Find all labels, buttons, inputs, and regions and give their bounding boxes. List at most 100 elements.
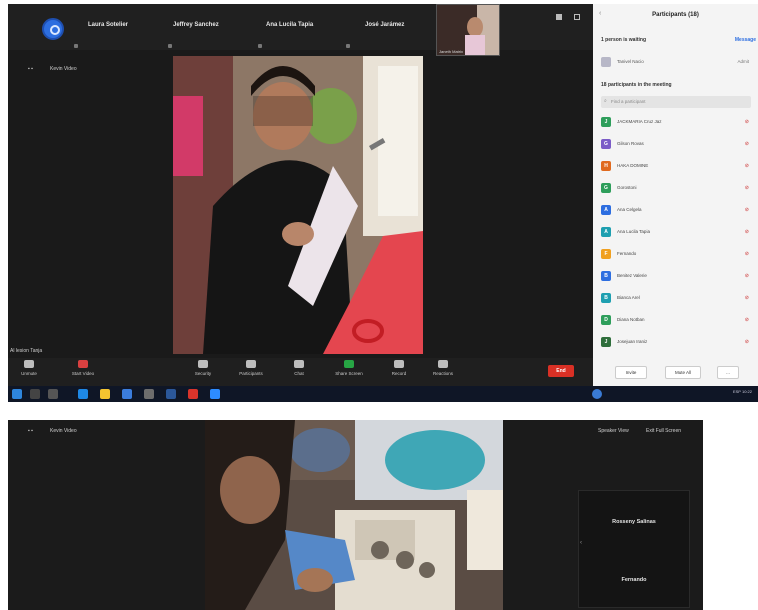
zoom-window-top: Laura Sotelier Jeffrey Sanchez Ana Lucil… <box>8 4 758 402</box>
view-mode-icon[interactable] <box>556 14 562 20</box>
avatar: B <box>601 293 611 303</box>
participant-row[interactable]: B Bianca Arel ⊘ <box>601 292 751 306</box>
video-camera-icon <box>78 360 88 368</box>
zoom-app-icon[interactable] <box>210 389 220 399</box>
more-options-button[interactable]: ... <box>717 366 739 379</box>
participant-name: HAKA DOMINE <box>617 163 649 168</box>
participant-name: Ana Lucila Tapia <box>617 229 650 234</box>
avatar <box>601 57 611 67</box>
muted-mic-icon: ⊘ <box>744 119 749 125</box>
avatar: A <box>601 227 611 237</box>
people-icon <box>246 360 256 368</box>
participant-search-input[interactable]: ⌕ Find a participant <box>601 96 751 108</box>
message-waiting-link[interactable]: Message <box>735 37 756 43</box>
muted-mic-icon: ⊘ <box>744 185 749 191</box>
record-icon <box>394 360 404 368</box>
muted-mic-icon: ⊘ <box>744 273 749 279</box>
search-placeholder: Find a participant <box>611 99 646 104</box>
mail-icon[interactable] <box>144 389 154 399</box>
muted-mic-icon: ⊘ <box>744 229 749 235</box>
zoom-window-bottom: ▪ ▪ Kevin Video Speaker View Exit Full S… <box>8 420 703 610</box>
fullscreen-icon[interactable] <box>574 14 580 20</box>
participant-row[interactable]: A Ana Celgela ⊘ <box>601 204 751 218</box>
share-arrow-icon <box>344 360 354 368</box>
chevron-left-icon[interactable]: ‹ <box>580 540 582 546</box>
muted-mic-icon: ⊘ <box>744 295 749 301</box>
start-video-button[interactable]: Start Video <box>68 360 98 376</box>
muted-mic-icon: ⊘ <box>744 317 749 323</box>
mic-indicator-icon <box>74 44 78 48</box>
video-thumbnail[interactable]: Janeth Matrix <box>436 4 500 56</box>
word-icon[interactable] <box>166 389 176 399</box>
avatar: A <box>601 205 611 215</box>
participant-name: Benitez Valerie <box>617 273 647 278</box>
system-tray-clock[interactable]: ESP 10:22 <box>733 389 752 394</box>
participant-name-tile[interactable]: José Jarámez <box>365 22 404 28</box>
avatar: F <box>601 249 611 259</box>
participant-row[interactable]: J JACKMARIA Cruz Jaz ⊘ <box>601 116 751 130</box>
microphone-icon <box>24 360 34 368</box>
share-screen-button[interactable]: Share Screen <box>334 360 364 376</box>
invite-button[interactable]: Invite <box>615 366 647 379</box>
mute-all-button[interactable]: Mute All <box>665 366 701 379</box>
participant-name-tile[interactable]: Ana Lucila Tapia <box>266 22 313 28</box>
secondary-video-feed[interactable] <box>205 420 503 610</box>
participant-name: Gilson Rovas <box>617 141 644 146</box>
admit-button[interactable]: Admit <box>737 59 749 64</box>
exit-fullscreen-button[interactable]: Exit Full Screen <box>646 428 681 434</box>
participant-name-tile[interactable]: Jeffrey Sanchez <box>173 22 219 28</box>
shield-icon <box>198 360 208 368</box>
chat-button[interactable]: Chat <box>284 360 314 376</box>
muted-mic-icon: ⊘ <box>744 141 749 147</box>
participant-name: Josejuan Iraniz <box>617 339 648 344</box>
waiting-room-title: 1 person is waiting <box>601 37 647 43</box>
unmute-button[interactable]: Unmute <box>14 360 44 376</box>
participant-name-tile[interactable]: Laura Sotelier <box>88 22 128 28</box>
participants-button[interactable]: Participants <box>236 360 266 376</box>
participant-name: Gorostoni <box>617 185 637 190</box>
participant-row[interactable]: G Gorostoni ⊘ <box>601 182 751 196</box>
muted-mic-icon: ⊘ <box>744 339 749 345</box>
powerpoint-icon[interactable] <box>188 389 198 399</box>
participant-row[interactable]: H HAKA DOMINE ⊘ <box>601 160 751 174</box>
waiting-person-row[interactable]: Tanivel Nacio Admit <box>601 56 751 70</box>
main-video-feed[interactable] <box>173 56 423 354</box>
meeting-toolbar: Unmute Start Video Security Participants… <box>8 358 593 386</box>
end-meeting-button[interactable]: End <box>548 365 574 377</box>
reactions-button[interactable]: Reactions <box>428 360 458 376</box>
sewing-video-image <box>205 420 503 610</box>
participant-row[interactable]: F Fernando ⊘ <box>601 248 751 262</box>
record-button[interactable]: Record <box>384 360 414 376</box>
smile-icon <box>438 360 448 368</box>
security-button[interactable]: Security <box>188 360 218 376</box>
participants-panel: ‹ Participants (18) 1 person is waiting … <box>593 4 758 386</box>
avatar: H <box>601 161 611 171</box>
user-avatar-icon[interactable] <box>42 18 64 40</box>
participant-row[interactable]: A Ana Lucila Tapia ⊘ <box>601 226 751 240</box>
tile-name: Fernando <box>621 577 647 583</box>
avatar: B <box>601 271 611 281</box>
thumbnail-name: Janeth Matrix <box>439 49 464 54</box>
windows-taskbar: ESP 10:22 <box>8 386 758 402</box>
participant-name-card[interactable]: Rosseny Salinas Fernando <box>578 490 690 608</box>
participant-name: Ana Celgela <box>617 207 642 212</box>
mic-indicator-icon <box>168 44 172 48</box>
task-view-icon[interactable] <box>48 389 58 399</box>
tray-app-icon[interactable] <box>592 389 602 399</box>
avatar: G <box>601 139 611 149</box>
store-icon[interactable] <box>122 389 132 399</box>
windows-start-icon[interactable] <box>12 389 22 399</box>
speaker-view-button[interactable]: Speaker View <box>598 428 629 434</box>
participant-row[interactable]: J Josejuan Iraniz ⊘ <box>601 336 751 350</box>
edge-icon[interactable] <box>78 389 88 399</box>
avatar: D <box>601 315 611 325</box>
avatar: J <box>601 337 611 347</box>
search-icon[interactable] <box>30 389 40 399</box>
participant-row[interactable]: B Benitez Valerie ⊘ <box>601 270 751 284</box>
participant-row[interactable]: D Diana Notban ⊘ <box>601 314 751 328</box>
waiting-person-name: Tanivel Nacio <box>617 59 644 64</box>
folder-icon[interactable] <box>100 389 110 399</box>
participant-row[interactable]: G Gilson Rovas ⊘ <box>601 138 751 152</box>
tile-name: Rosseny Salinas <box>612 519 656 525</box>
speaker-label: Al lesion Tanja <box>10 348 43 354</box>
